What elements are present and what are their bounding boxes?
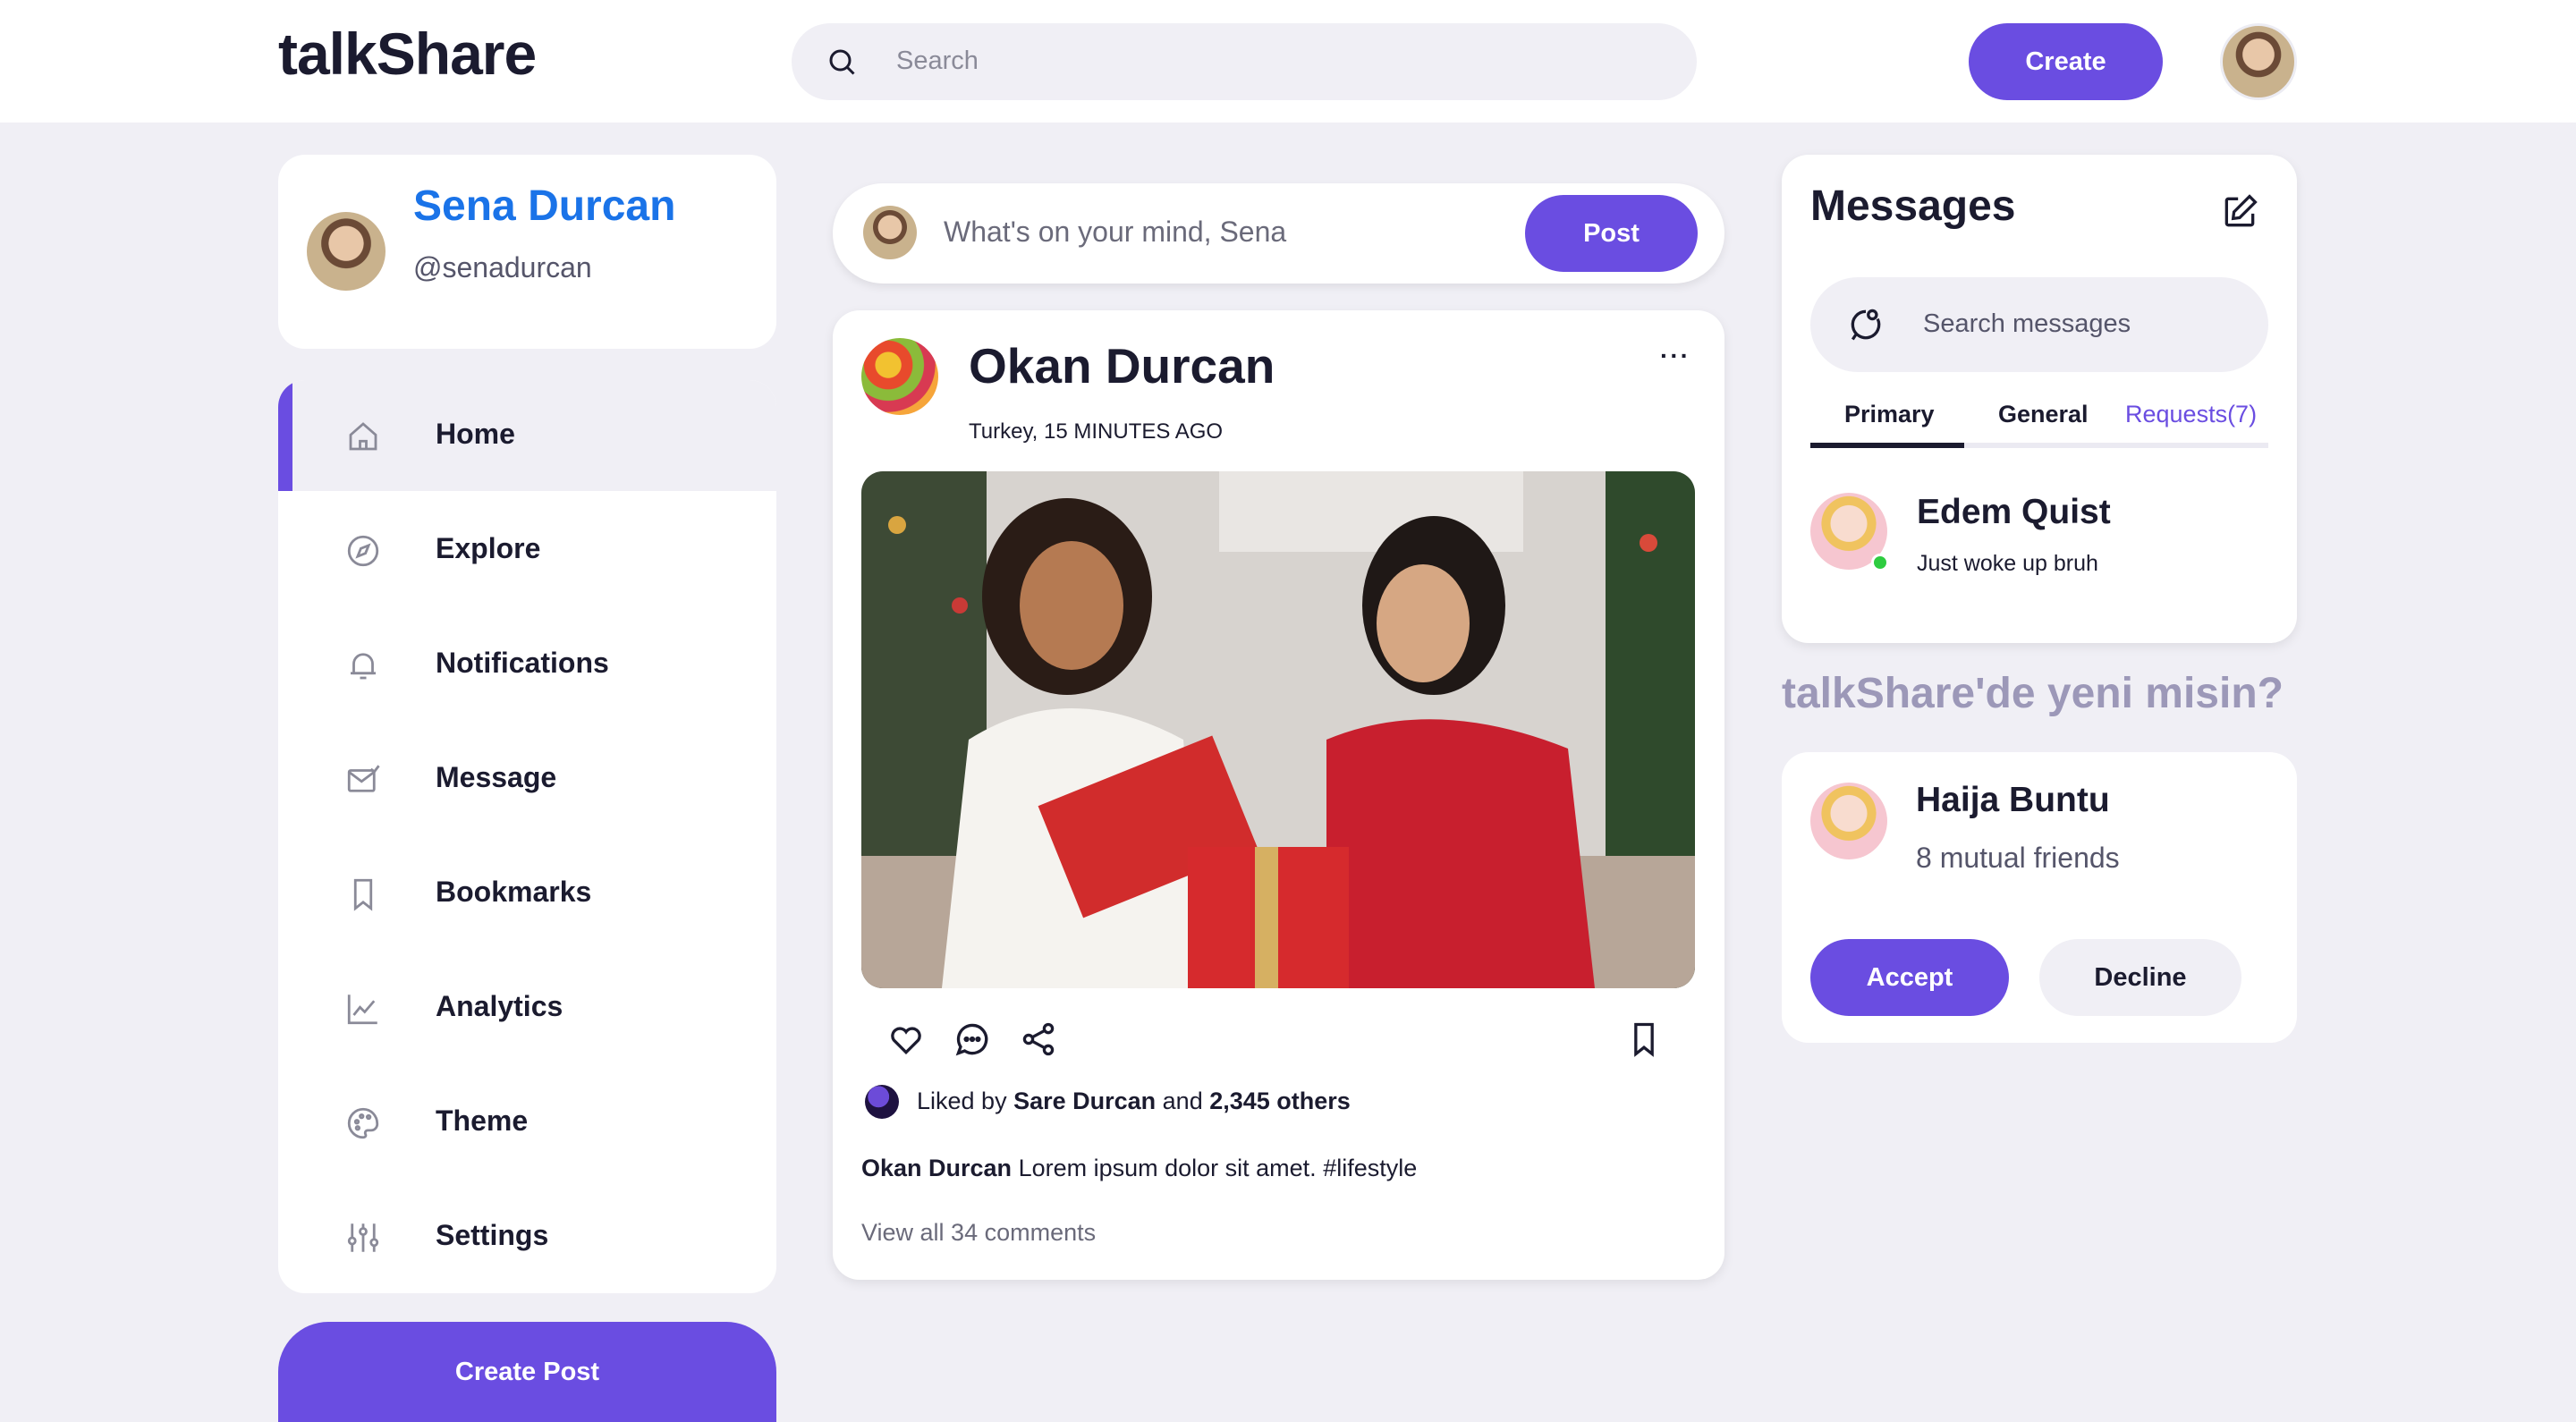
post-caption: Okan Durcan Lorem ipsum dolor sit amet. … [861,1155,1417,1182]
app-logo[interactable]: talkShare [278,20,537,88]
profile-card[interactable]: Sena Durcan @senadurcan [278,155,776,349]
sidebar-item-label: Explore [436,532,541,564]
messages-title: Messages [1810,182,2016,230]
sidebar-item-bookmarks[interactable]: Bookmarks [278,838,776,949]
sidebar-item-explore[interactable]: Explore [278,495,776,605]
create-button[interactable]: Create [1969,23,2163,100]
sidebar-item-label: Settings [436,1219,549,1251]
post-author-name[interactable]: Okan Durcan [969,337,1275,394]
likes-text: Liked by Sare Durcan and 2,345 others [917,1088,1351,1115]
palette-icon [347,1107,379,1139]
chart-icon [347,995,377,1025]
liked-by-avatar [865,1085,899,1119]
comment-icon[interactable] [953,1020,992,1059]
likes-prefix: Liked by [917,1088,1014,1114]
post-button[interactable]: Post [1525,195,1698,272]
sidebar-item-label: Theme [436,1105,529,1137]
caption-author[interactable]: Okan Durcan [861,1155,1012,1181]
edit-icon[interactable] [2220,192,2259,232]
profile-handle: @senadurcan [413,251,592,284]
sidebar-item-label: Analytics [436,990,564,1022]
sidebar-item-label: Home [436,418,515,450]
chat-name: Edem Quist [1917,493,2111,531]
tab-general[interactable]: General [1998,401,2089,428]
create-post-button[interactable]: Create Post [278,1322,776,1422]
post-meta: Turkey, 15 MINUTES AGO [969,419,1224,444]
bookmark-icon [353,878,373,911]
more-options-icon[interactable]: ··· [1660,342,1690,370]
sliders-icon [347,1223,379,1252]
tab-requests[interactable]: Requests(7) [2125,401,2257,428]
profile-name: Sena Durcan [413,182,676,230]
post-image[interactable] [861,471,1695,988]
message-search-icon [1851,309,1881,341]
profile-avatar [307,212,386,291]
sidebar-item-label: Notifications [436,647,609,679]
feed-post: Okan Durcan Turkey, 15 MINUTES AGO ··· L… [833,310,1724,1280]
sidebar-item-label: Bookmarks [436,876,592,908]
avatar[interactable] [2220,23,2297,100]
likes-count[interactable]: 2,345 others [1209,1088,1351,1114]
home-icon [349,422,377,451]
sidebar-item-analytics[interactable]: Analytics [278,952,776,1063]
mutual-friends-count: 8 mutual friends [1916,842,2120,874]
search-input[interactable]: Search [896,47,979,76]
decline-button[interactable]: Decline [2039,939,2241,1016]
share-icon[interactable] [1019,1020,1058,1059]
sidebar-nav: Home Explore Notifications Message Bookm… [278,380,776,1293]
view-comments-link[interactable]: View all 34 comments [861,1219,1096,1247]
sidebar-item-message[interactable]: Message [278,724,776,834]
message-tabs: Primary General Requests(7) [1810,401,2268,427]
post-photo-illustration [861,471,1695,988]
search-bar[interactable]: Search [792,23,1697,100]
chat-item[interactable]: Edem Quist Just woke up bruh [1810,493,2268,582]
compass-icon [347,535,379,567]
likes-and: and [1156,1088,1210,1114]
compose-input[interactable]: What's on your mind, Sena [944,216,1286,249]
bookmark-icon[interactable] [1624,1020,1664,1059]
search-icon [829,49,855,75]
online-status-indicator [1871,554,1889,571]
compose-box: What's on your mind, Sena Post [833,183,1724,284]
message-search-bar[interactable]: Search messages [1810,277,2268,372]
sidebar-item-settings[interactable]: Settings [278,1181,776,1292]
post-author-avatar[interactable] [861,338,938,415]
liked-by-name[interactable]: Sare Durcan [1013,1088,1156,1114]
friend-avatar[interactable] [1810,783,1887,859]
sidebar-item-home[interactable]: Home [278,380,776,491]
sidebar-item-label: Message [436,761,557,793]
message-search-input[interactable]: Search messages [1923,309,2131,339]
bell-icon [351,653,376,680]
friend-request-card: Haija Buntu 8 mutual friends Accept Decl… [1782,752,2297,1043]
accept-button[interactable]: Accept [1810,939,2009,1016]
heart-icon[interactable] [886,1020,926,1059]
compose-avatar [863,206,917,259]
friend-name[interactable]: Haija Buntu [1916,781,2110,820]
tab-underline [1810,443,2268,448]
suggestions-title: talkShare'de yeni misin? [1782,670,2284,717]
mail-icon [347,765,380,792]
active-tab-indicator [1810,443,1964,448]
chat-preview: Just woke up bruh [1917,551,2098,576]
caption-text: Lorem ipsum dolor sit amet. #lifestyle [1012,1155,1418,1181]
messages-panel: Messages Search messages Primary General… [1782,155,2297,643]
top-navbar: talkShare Search Create [0,0,2576,123]
tab-primary[interactable]: Primary [1844,401,1935,428]
sidebar-item-theme[interactable]: Theme [278,1067,776,1178]
sidebar-item-notifications[interactable]: Notifications [278,609,776,720]
